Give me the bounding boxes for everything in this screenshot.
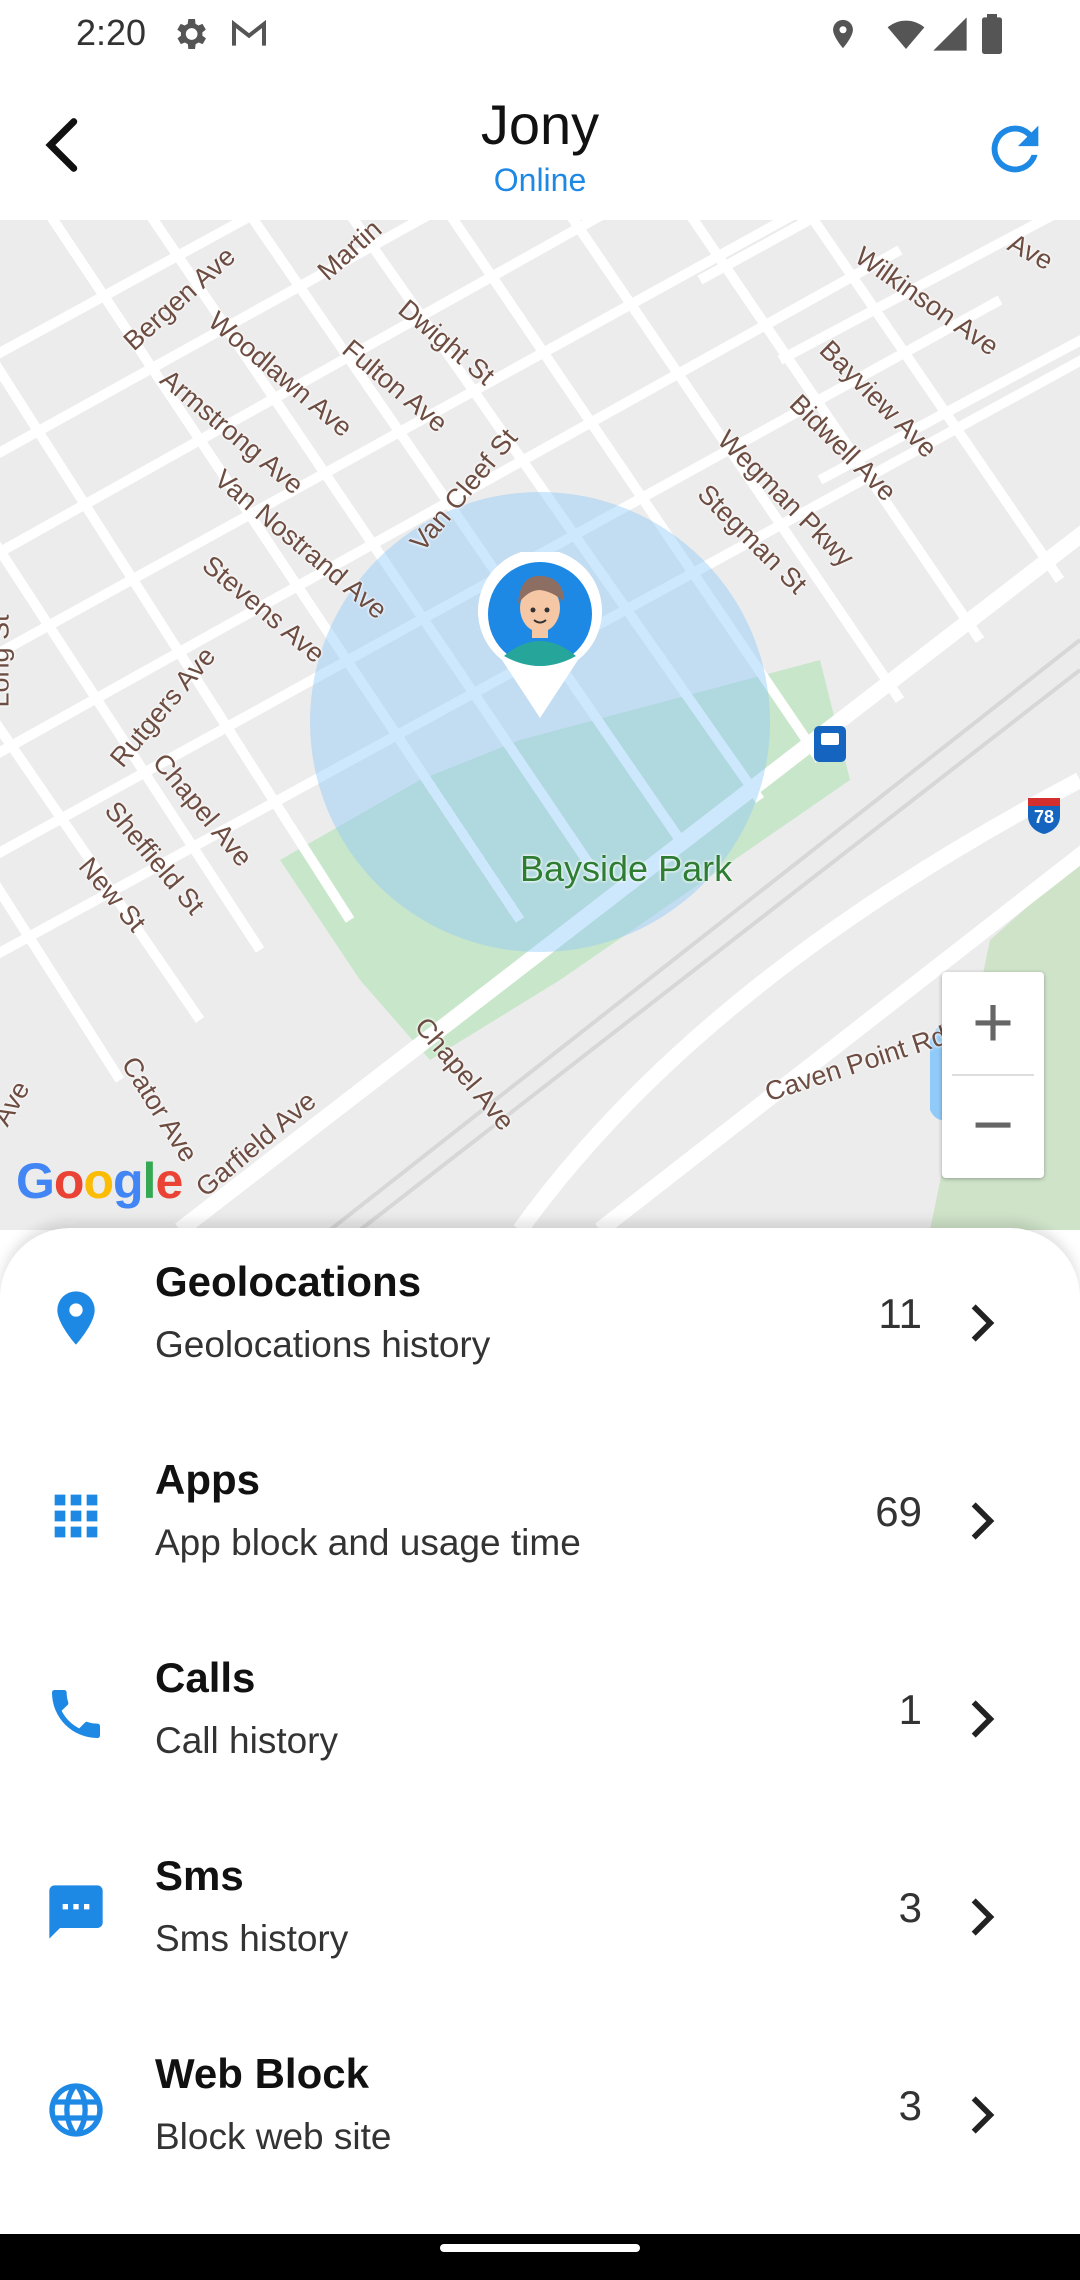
menu-item-web-block[interactable]: Web Block Block web site 3 (0, 2020, 1080, 2218)
menu-item-count: 3 (898, 1884, 922, 1931)
status-time: 2:20 (76, 12, 147, 53)
menu-item-subtitle: Block web site (155, 2116, 392, 2157)
menu-item-label: Sms (155, 1852, 244, 1899)
chevron-right-icon (971, 1304, 995, 1342)
menu-item-label: Geolocations (155, 1258, 422, 1305)
menu-item-subtitle: App block and usage time (155, 1522, 581, 1563)
menu-item-sms[interactable]: Sms Sms history 3 (0, 1822, 1080, 2020)
wifi-icon (887, 20, 925, 49)
message-icon (49, 1885, 103, 1939)
gmail-icon (232, 19, 266, 46)
map-view[interactable]: Bergen Ave Martin Dwight St Woodlawn Ave… (0, 220, 1080, 1230)
menu-item-count: 11 (878, 1290, 922, 1337)
menu-item-subtitle: Call history (155, 1720, 338, 1761)
system-nav-bar (0, 2234, 1080, 2280)
highway-shield: 78 (1024, 796, 1064, 836)
park-label: Bayside Park (520, 848, 733, 889)
chevron-right-icon (971, 1898, 995, 1936)
home-gesture-handle[interactable] (440, 2244, 640, 2252)
chevron-right-icon (971, 2096, 995, 2134)
menu-item-label: Web Block (155, 2050, 369, 2097)
location-status-icon (833, 19, 853, 49)
signal-icon (933, 17, 967, 51)
zoom-controls: + − (942, 972, 1044, 1178)
zoom-out-button[interactable]: − (942, 1076, 1044, 1178)
menu-item-count: 69 (875, 1488, 922, 1535)
google-logo: Google (16, 1153, 183, 1209)
zoom-in-icon: + (971, 983, 1015, 1063)
menu-item-apps[interactable]: Apps App block and usage time 69 (0, 1426, 1080, 1624)
apps-grid-icon (54, 1494, 98, 1538)
app-bar: Jony Online (0, 70, 1080, 220)
menu-item-count: 1 (898, 1686, 922, 1733)
status-bar: 2:20 (0, 0, 1080, 70)
avatar-pin-icon (478, 549, 602, 718)
zoom-in-button[interactable]: + (942, 972, 1044, 1074)
menu-item-subtitle: Geolocations history (155, 1324, 491, 1365)
bottom-sheet: Geolocations Geolocations history 11 App… (0, 1228, 1080, 2280)
globe-icon (49, 2083, 103, 2137)
menu-item-subtitle: Sms history (155, 1918, 349, 1959)
chevron-right-icon (971, 1700, 995, 1738)
zoom-out-icon: − (971, 1085, 1015, 1165)
chevron-right-icon (971, 1502, 995, 1540)
menu-item-label: Apps (155, 1456, 260, 1503)
highway-number: 78 (1033, 807, 1055, 827)
phone-icon (52, 1690, 100, 1738)
location-pin-icon (57, 1291, 95, 1345)
refresh-icon[interactable] (980, 114, 1050, 184)
battery-icon (982, 14, 1002, 54)
menu-item-calls[interactable]: Calls Call history 1 (0, 1624, 1080, 1822)
street-label: Long St (0, 614, 15, 708)
page-title: Jony (480, 93, 600, 156)
menu-item-label: Calls (155, 1654, 256, 1701)
online-status: Online (493, 162, 587, 198)
settings-icon (177, 19, 206, 49)
menu-item-geolocations[interactable]: Geolocations Geolocations history 11 (0, 1228, 1080, 1426)
menu-item-count: 3 (898, 2082, 922, 2129)
location-marker[interactable] (474, 549, 606, 720)
